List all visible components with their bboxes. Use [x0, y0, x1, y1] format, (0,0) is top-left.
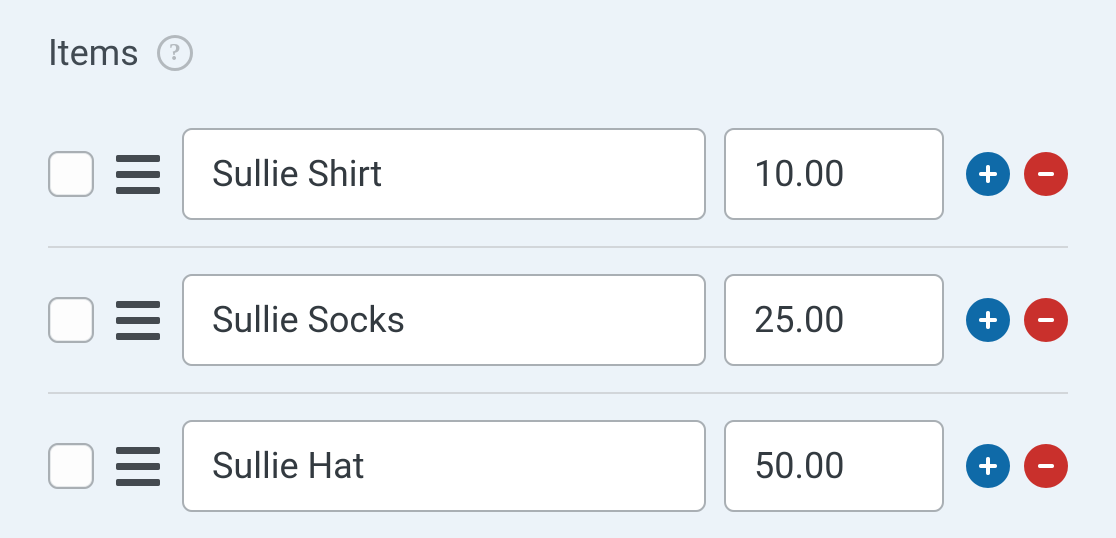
section-title: Items [48, 32, 139, 74]
row-actions [966, 298, 1068, 342]
item-row [48, 394, 1068, 538]
drag-handle-icon[interactable] [112, 151, 164, 198]
item-price-input[interactable] [724, 420, 944, 512]
item-price-input[interactable] [724, 274, 944, 366]
plus-icon [977, 455, 999, 477]
items-list [48, 102, 1068, 538]
item-name-input[interactable] [182, 128, 706, 220]
add-row-button[interactable] [966, 152, 1010, 196]
minus-icon [1035, 163, 1057, 185]
item-row [48, 102, 1068, 248]
add-row-button[interactable] [966, 444, 1010, 488]
plus-icon [977, 309, 999, 331]
default-checkbox[interactable] [48, 297, 94, 343]
minus-icon [1035, 455, 1057, 477]
item-name-input[interactable] [182, 274, 706, 366]
drag-handle-icon[interactable] [112, 297, 164, 344]
section-header: Items ? [48, 32, 1068, 74]
default-checkbox[interactable] [48, 443, 94, 489]
remove-row-button[interactable] [1024, 298, 1068, 342]
minus-icon [1035, 309, 1057, 331]
remove-row-button[interactable] [1024, 152, 1068, 196]
default-checkbox[interactable] [48, 151, 94, 197]
row-actions [966, 444, 1068, 488]
add-row-button[interactable] [966, 298, 1010, 342]
plus-icon [977, 163, 999, 185]
item-price-input[interactable] [724, 128, 944, 220]
drag-handle-icon[interactable] [112, 443, 164, 490]
remove-row-button[interactable] [1024, 444, 1068, 488]
help-icon[interactable]: ? [157, 35, 193, 71]
item-row [48, 248, 1068, 394]
item-name-input[interactable] [182, 420, 706, 512]
row-actions [966, 152, 1068, 196]
